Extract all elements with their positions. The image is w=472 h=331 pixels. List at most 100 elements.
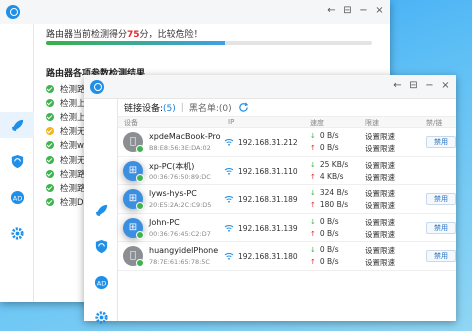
download-speed-value: 0 B/s <box>319 228 339 238</box>
disable-button[interactable]: 禁用 <box>426 250 456 263</box>
check-ok-icon <box>46 169 54 178</box>
set-limit-link[interactable]: 设置限速 <box>365 160 395 171</box>
device-row:  xpdeMacBook-Pro B8:E8:56:3E:DA:02 192.168… <box>118 128 456 157</box>
tab-connected-label: 链接设备: <box>124 104 164 114</box>
upload-speed: ↓ 25 KB/s <box>310 160 348 169</box>
header-device: 设备 <box>124 119 138 127</box>
check-ok-icon <box>46 197 54 206</box>
download-speed: ↑ 0 B/s <box>310 257 339 266</box>
device-row:  huangyidelPhone 78:7E:61:65:78:5C 192.168… <box>118 242 456 271</box>
minimize-button[interactable]: − <box>357 4 370 18</box>
set-limit-link[interactable]: 设置限速 <box>365 217 395 228</box>
download-speed: ↑ 0 B/s <box>310 143 339 152</box>
arrow-down-icon: ↓ <box>310 160 316 169</box>
download-speed: ↑ 0 B/s <box>310 229 339 238</box>
check-ok-icon <box>46 113 54 122</box>
gear-icon <box>94 310 108 324</box>
speed-icon: AD <box>94 275 108 289</box>
device-name: xp-PC(本机) <box>149 161 195 171</box>
rocket-icon <box>11 119 23 131</box>
upload-speed-value: 324 B/s <box>319 188 349 198</box>
nav-settings[interactable] <box>84 304 118 330</box>
header-limit: 限速 <box>365 119 379 127</box>
score-progress-bar <box>46 41 372 45</box>
device-mac: 00:36:76:50:89:DC <box>149 172 211 181</box>
wifi-icon <box>224 139 234 146</box>
device-mac: 00:36:76:45:C2:D7 <box>149 229 211 238</box>
check-ok-icon <box>46 99 54 108</box>
disable-button[interactable]: 禁用 <box>426 193 456 206</box>
nav-rocket[interactable] <box>0 112 34 138</box>
tab-connected[interactable]: 链接设备:(5) <box>124 101 176 114</box>
disable-button[interactable]: 禁用 <box>426 221 456 234</box>
device-row: ⊞ xp-PC(本机) 00:36:76:50:89:DC 192.168.31.11… <box>118 157 456 186</box>
nav-speed[interactable]: AD <box>84 269 118 295</box>
device-mac: 20:E5:2A:2C:C9:D5 <box>149 201 212 210</box>
warning-icon <box>46 127 54 136</box>
device-manager-window: ← ⊟ − × 链接设备:(5) | 黑名单:(0) AD 设备 IP 速度 限… <box>84 75 456 324</box>
device-name: lyws-hys-PC <box>149 189 197 199</box>
upload-speed: ↓ 0 B/s <box>310 245 339 254</box>
set-limit-link[interactable]: 设置限速 <box>365 131 395 142</box>
close-button[interactable]: × <box>373 4 386 18</box>
close-button[interactable]: × <box>439 79 452 93</box>
app-logo-icon <box>90 80 104 94</box>
title-bar: ← ⊟ − × <box>0 0 390 24</box>
back-button[interactable]: ← <box>325 4 338 18</box>
back-button[interactable]: ← <box>391 79 404 93</box>
nav-shield[interactable] <box>0 148 34 174</box>
wifi-icon <box>224 224 234 232</box>
score-unit: 分， <box>139 30 158 40</box>
set-limit-link[interactable]: 设置限速 <box>365 245 395 256</box>
progress-fill <box>46 41 226 45</box>
header-ip: IP <box>228 118 235 126</box>
upload-speed: ↓ 0 B/s <box>310 217 339 226</box>
set-limit-link[interactable]: 设置限速 <box>365 172 395 183</box>
check-ok-icon <box>46 141 54 150</box>
upload-speed-value: 0 B/s <box>319 245 339 255</box>
arrow-down-icon: ↓ <box>310 217 316 226</box>
disable-button[interactable]: 禁用 <box>426 136 456 148</box>
score-summary: 路由器当前检测得分75分，比较危险！ <box>46 27 203 40</box>
set-limit-link[interactable]: 设置限速 <box>365 188 395 199</box>
nav-rocket[interactable] <box>84 197 118 223</box>
device-name: huangyidelPhone <box>149 246 219 256</box>
device-ip: 192.168.31.139 <box>238 223 298 233</box>
apple-icon:  <box>123 246 144 268</box>
refresh-icon[interactable] <box>238 102 249 113</box>
download-speed-value: 0 B/s <box>319 143 339 152</box>
device-ip: 192.168.31.189 <box>238 195 298 205</box>
arrow-up-icon: ↑ <box>310 229 316 238</box>
feedback-button[interactable]: ⊟ <box>341 4 354 18</box>
download-speed-value: 0 B/s <box>319 257 339 267</box>
nav-shield[interactable] <box>84 233 118 259</box>
upload-speed: ↓ 0 B/s <box>310 131 339 140</box>
device-row: ⊞ lyws-hys-PC 20:E5:2A:2C:C9:D5 192.168.31.… <box>118 185 456 214</box>
windows-icon: ⊞ <box>123 217 144 239</box>
upload-speed-value: 25 KB/s <box>319 159 349 169</box>
header-speed: 速度 <box>310 119 324 127</box>
device-ip: 192.168.31.180 <box>238 252 298 262</box>
set-limit-link[interactable]: 设置限速 <box>365 257 395 268</box>
download-speed-value: 180 B/s <box>319 200 349 210</box>
arrow-down-icon: ↓ <box>310 189 316 198</box>
arrow-down-icon: ↓ <box>310 246 316 255</box>
device-table:  xpdeMacBook-Pro B8:E8:56:3E:DA:02 192.168… <box>118 128 456 271</box>
set-limit-link[interactable]: 设置限速 <box>365 143 395 154</box>
app-logo-icon <box>6 5 20 19</box>
device-tabs: 链接设备:(5) | 黑名单:(0) <box>124 101 249 114</box>
front-sidebar: AD <box>84 99 118 324</box>
set-limit-link[interactable]: 设置限速 <box>365 200 395 211</box>
set-limit-link[interactable]: 设置限速 <box>365 229 395 240</box>
upload-speed-value: 0 B/s <box>319 131 339 140</box>
tab-blacklist[interactable]: 黑名单:(0) <box>189 101 232 114</box>
minimize-button[interactable]: − <box>423 79 436 93</box>
feedback-button[interactable]: ⊟ <box>407 79 420 93</box>
device-row: ⊞ John-PC 00:36:76:45:C2:D7 192.168.31.139 ↓… <box>118 214 456 243</box>
nav-settings[interactable] <box>0 220 34 246</box>
check-ok-icon <box>46 155 54 164</box>
tab-separator: | <box>180 102 184 113</box>
upload-speed-value: 0 B/s <box>319 216 339 226</box>
check-ok-icon <box>46 183 54 192</box>
nav-speed[interactable]: AD <box>0 184 34 210</box>
